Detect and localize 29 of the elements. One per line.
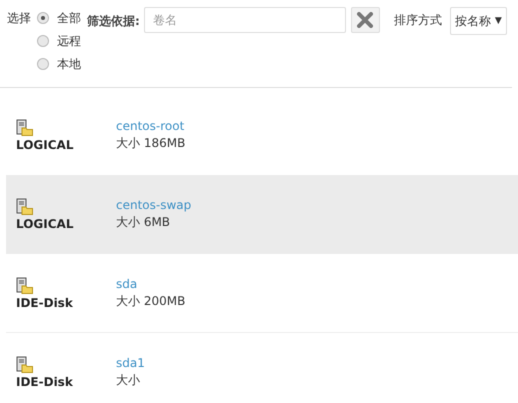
volume-link[interactable]: sda	[116, 276, 138, 290]
close-icon	[357, 12, 374, 28]
disk-folder-icon	[16, 198, 33, 214]
volume-size: 大小 186MB	[116, 134, 186, 152]
volume-size: 大小 6MB	[116, 214, 172, 230]
search-field[interactable]: 卷名	[144, 7, 346, 33]
choose-label: 选择	[7, 10, 31, 27]
volume-type: IDE-Disk	[16, 374, 74, 388]
sort-label: 排序方式	[394, 12, 442, 29]
filter-label: 筛选依据:	[87, 13, 140, 30]
volume-type: LOGICAL	[16, 216, 74, 230]
volume-row[interactable]: IDE-Disk sda 大小 200MB	[6, 254, 518, 333]
disk-folder-icon	[16, 118, 33, 136]
clear-button[interactable]	[350, 7, 380, 33]
volume-type: IDE-Disk	[16, 296, 74, 310]
volume-size: 大小 200MB	[116, 292, 186, 310]
radio-label[interactable]: 本地	[57, 56, 81, 72]
disk-folder-icon	[16, 276, 33, 294]
volume-link[interactable]: centos-root	[116, 118, 184, 132]
selected-row[interactable]: LOGICAL centos-swap 大小 6MB	[6, 175, 518, 254]
volume-size: 大小	[116, 372, 141, 388]
sort-dropdown[interactable]: 按名称 ▼	[450, 7, 507, 35]
volume-type: LOGICAL	[16, 138, 74, 152]
volume-row[interactable]: IDE-Disk sda1 大小	[6, 333, 518, 402]
radio-label[interactable]: 全部	[57, 10, 81, 26]
radio-label[interactable]: 远程	[57, 32, 81, 50]
volume-row[interactable]: LOGICAL centos-root 大小 186MB	[6, 96, 518, 175]
disk-folder-icon	[16, 356, 33, 372]
volume-link[interactable]: sda1	[116, 356, 145, 370]
